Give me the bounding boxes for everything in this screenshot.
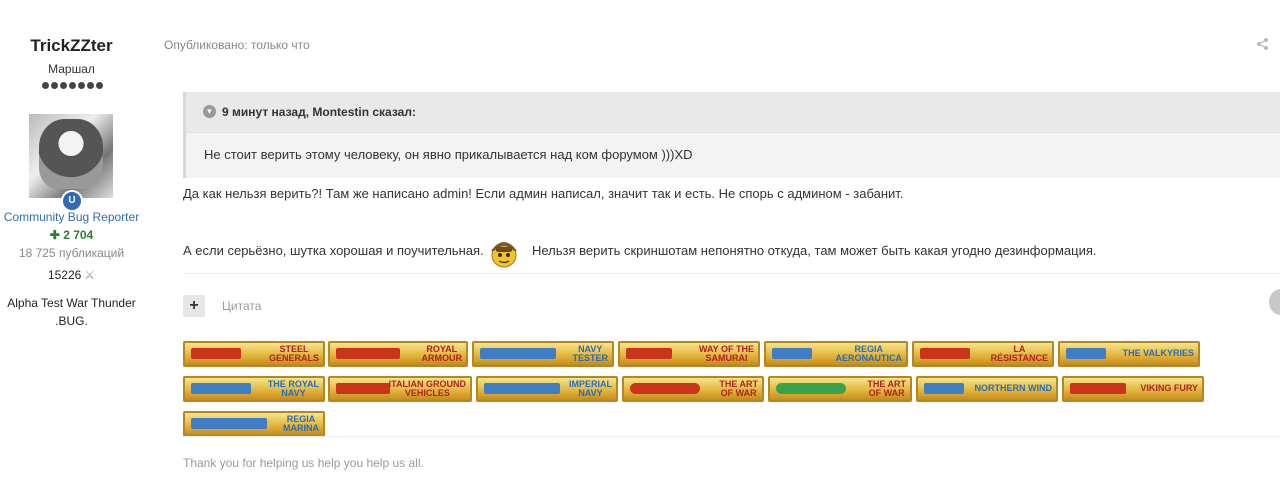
ribbon-label: WAY OF THE SAMURAI [699, 345, 754, 363]
ribbon-northern-wind[interactable]: NORTHERN WIND [916, 376, 1058, 402]
post-paragraph: А если серьёзно, шутка хорошая и поучите… [183, 243, 484, 258]
post-count: 18 725 публикаций [18, 246, 125, 260]
rank-pip [69, 82, 76, 89]
ribbon-label-line: TESTER [572, 353, 608, 363]
signature-divider [183, 436, 1280, 437]
author-rank: Маршал [48, 62, 95, 76]
rank-pip [87, 82, 94, 89]
tank-icon [336, 348, 400, 359]
ribbon-the-valkyries[interactable]: THE VALKYRIES [1058, 341, 1200, 367]
plane-icon [924, 383, 964, 394]
post-published: Опубликовано: только что [164, 38, 310, 52]
ribbon-label: VIKING FURY [1140, 383, 1198, 393]
ribbon-label-line: SAMURAI [705, 353, 748, 363]
dragon-icon [630, 383, 700, 394]
aviator-smiley-icon [488, 235, 520, 269]
ship-icon [191, 383, 251, 394]
ribbon-label: THE ART OF WAR [719, 380, 758, 398]
ribbon-label-line: AERONAUTICA [835, 353, 903, 363]
ribbon-la-resistance[interactable]: LA RÉSISTANCE [912, 341, 1054, 367]
ribbon-imperial-navy[interactable]: IMPERIAL NAVY [476, 376, 618, 402]
ribbon-label-line: NAVY [578, 388, 603, 398]
rank-pip [78, 82, 85, 89]
rank-pip [51, 82, 58, 89]
share-icon[interactable] [1257, 38, 1268, 53]
ribbon-label: NORTHERN WIND [974, 383, 1053, 393]
post-paragraph: Нельзя верить скриншотам непонятно откуд… [532, 243, 1097, 258]
plane-icon [772, 348, 812, 359]
ribbon-label-line: OF WAR [868, 388, 905, 398]
ribbon-label: THE ART OF WAR [867, 380, 906, 398]
ribbon-label-line: GENERALS [268, 353, 319, 363]
ribbon-label: THE ROYAL NAVY [268, 380, 319, 398]
ribbon-the-royal-navy[interactable]: THE ROYAL NAVY [183, 376, 325, 402]
helicopter-icon [1066, 348, 1106, 359]
reputation-value: 2 704 [63, 228, 94, 242]
ribbon-label: NAVY TESTER [572, 345, 608, 363]
ship-icon [480, 348, 556, 359]
reputation: ✚ 2 704 [0, 228, 143, 242]
crossed-swords-icon: ⚔ [84, 268, 96, 282]
dragon-icon [776, 383, 846, 394]
plus-circle-icon: ✚ [49, 228, 60, 242]
ribbon-royal-armour[interactable]: ROYAL ARMOUR [328, 341, 468, 367]
ribbon-steel-generals[interactable]: STEEL GENERALS [183, 341, 325, 367]
ribbon-regia-marina[interactable]: REGIA MARINA [183, 411, 325, 437]
ribbon-way-of-the-samurai[interactable]: WAY OF THE SAMURAI [618, 341, 760, 367]
ribbon-label: STEEL GENERALS [269, 345, 319, 363]
group-badge-icon: U [61, 190, 83, 212]
tank-icon [1070, 383, 1126, 394]
ribbon-regia-aeronautica[interactable]: REGIA AERONAUTICA [764, 341, 908, 367]
ribbon-label-line: ARMOUR [421, 353, 463, 363]
rank-pip [96, 82, 103, 89]
avatar[interactable] [29, 114, 113, 198]
tank-icon [920, 348, 970, 359]
scroll-button[interactable] [1269, 289, 1280, 315]
author-title-line1: Alpha Test War Thunder [7, 296, 136, 310]
author-title-line2: .BUG. [55, 314, 88, 328]
ribbon-label-line: RÉSISTANCE [990, 353, 1048, 363]
author-title: Alpha Test War Thunder .BUG. [0, 294, 143, 330]
ribbon-label-line: MARINA [283, 423, 319, 433]
rank-pips [42, 82, 103, 89]
ribbon-label: REGIA MARINA [283, 415, 319, 433]
multiquote-button[interactable]: + [183, 295, 205, 317]
quote-body: Не стоит верить этому человеку, он явно … [204, 147, 693, 162]
ribbon-label: IMPERIAL NAVY [569, 380, 612, 398]
ribbon-label-line: OF WAR [720, 388, 757, 398]
ribbon-label-line: NAVY [281, 388, 306, 398]
quote-citation: 9 минут назад, Montestin сказал: [222, 105, 416, 119]
ribbon-navy-tester[interactable]: NAVY TESTER [472, 341, 614, 367]
ribbon-label: ROYAL ARMOUR [422, 345, 463, 363]
tank-icon [626, 348, 672, 359]
post-paragraph: Да как нельзя верить?! Там же написано a… [183, 186, 904, 201]
quote-header[interactable]: ▼ 9 минут назад, Montestin сказал: [186, 92, 1280, 133]
ship-icon [191, 418, 267, 429]
author-group: Community Bug Reporter [3, 210, 140, 224]
ribbon-the-art-of-war-green[interactable]: THE ART OF WAR [768, 376, 912, 402]
ribbon-label: LA RÉSISTANCE [991, 345, 1048, 363]
tank-icon [191, 348, 241, 359]
rank-pip [60, 82, 67, 89]
quote-button[interactable]: Цитата [222, 299, 261, 313]
ribbon-label-line: VEHICLES [404, 388, 450, 398]
tank-icon [336, 383, 390, 394]
ribbon-label: ITALIAN GROUND VEHICLES [389, 380, 466, 398]
ship-icon [484, 383, 560, 394]
ribbon-the-art-of-war-red[interactable]: THE ART OF WAR [622, 376, 764, 402]
ribbon-italian-ground-vehicles[interactable]: ITALIAN GROUND VEHICLES [328, 376, 472, 402]
divider [183, 273, 1280, 274]
signature: Thank you for helping us help you help u… [183, 456, 424, 470]
chevron-down-icon[interactable]: ▼ [203, 105, 216, 118]
quote-block: ▼ 9 минут назад, Montestin сказал: Не ст… [183, 92, 1280, 178]
author-name[interactable]: TrickZZter [0, 36, 143, 56]
rank-pip [42, 82, 49, 89]
ribbon-viking-fury[interactable]: VIKING FURY [1062, 376, 1204, 402]
points: 15226 ⚔ [0, 268, 143, 282]
ribbon-label: REGIA AERONAUTICA [836, 345, 903, 363]
ribbon-label: THE VALKYRIES [1122, 348, 1194, 358]
points-value: 15226 [47, 268, 82, 282]
